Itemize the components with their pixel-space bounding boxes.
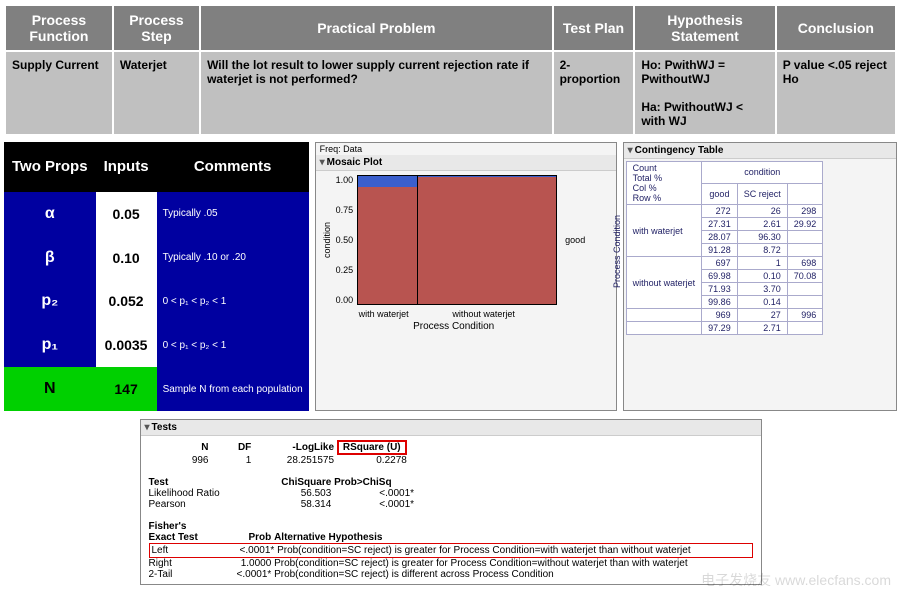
two-props-table: Two Props Inputs Comments α 0.05 Typical… xyxy=(4,142,309,411)
inputs-header: Inputs xyxy=(96,142,157,192)
contingency-table: Count Total % Col % Row % condition good… xyxy=(626,161,824,335)
col-conclusion: Conclusion xyxy=(776,5,896,51)
y-axis-ticks: 1.00 0.75 0.50 0.25 0.00 xyxy=(336,175,354,305)
disclosure-icon[interactable] xyxy=(320,157,327,168)
col-practical-problem: Practical Problem xyxy=(200,5,553,51)
process-summary-table: Process Function Process Step Practical … xyxy=(4,4,897,136)
cell-process-function: Supply Current xyxy=(5,51,113,135)
fisher-left-highlight: Left <.0001* Prob(condition=SC reject) i… xyxy=(149,543,753,558)
mosaic-chart xyxy=(357,175,557,305)
row-beta: β 0.10 Typically .10 or .20 xyxy=(4,236,309,280)
rsquare-highlight: RSquare (U) xyxy=(337,440,407,455)
chisq-tests: Test ChiSquare Prob>ChiSq Likelihood Rat… xyxy=(149,477,753,510)
contingency-title[interactable]: Contingency Table xyxy=(624,143,896,159)
cell-practical-problem: Will the lot result to lower supply curr… xyxy=(200,51,553,135)
y-axis-label: condition xyxy=(322,222,332,258)
row-alpha: α 0.05 Typically .05 xyxy=(4,192,309,236)
mosaic-legend: good xyxy=(561,175,585,305)
col-hypothesis: Hypothesis Statement xyxy=(634,5,775,51)
cell-conclusion: P value <.05 reject Ho xyxy=(776,51,896,135)
row-with-waterjet: with waterjet 27226298 xyxy=(626,205,823,218)
contingency-panel: Contingency Table Count Total % Col % Ro… xyxy=(623,142,897,411)
row-n: N 147 Sample N from each population xyxy=(4,367,309,411)
cell-process-step: Waterjet xyxy=(113,51,200,135)
comments-header: Comments xyxy=(157,142,309,192)
col-test-plan: Test Plan xyxy=(553,5,635,51)
col-process-function: Process Function xyxy=(5,5,113,51)
tests-panel: Tests N DF -LogLike RSquare (U) 996 1 28… xyxy=(140,419,762,585)
x-axis-label: Process Condition xyxy=(354,321,554,332)
two-props-title: Two Props xyxy=(4,142,96,192)
tests-summary: N DF -LogLike RSquare (U) 996 1 28.25157… xyxy=(149,440,753,466)
cell-test-plan: 2-proportion xyxy=(553,51,635,135)
row-p2: p₂ 0.052 0 < p₁ < p₂ < 1 xyxy=(4,280,309,324)
row-p1: p₁ 0.0035 0 < p₁ < p₂ < 1 xyxy=(4,323,309,367)
row-without-waterjet: without waterjet 6971698 xyxy=(626,257,823,270)
freq-label: Freq: Data xyxy=(316,143,616,155)
x-category-labels: with waterjet without waterjet xyxy=(354,309,554,319)
table-row: Supply Current Waterjet Will the lot res… xyxy=(5,51,896,135)
cell-hypothesis: Ho: PwithWJ = PwithoutWJ Ha: PwithoutWJ … xyxy=(634,51,775,135)
fisher-tests: Fisher's Exact Test Prob Alternative Hyp… xyxy=(149,521,753,580)
disclosure-icon[interactable] xyxy=(145,422,152,433)
col-process-step: Process Step xyxy=(113,5,200,51)
mosaic-title[interactable]: Mosaic Plot xyxy=(316,155,616,171)
watermark: 电子发烧友 www.elecfans.com xyxy=(701,570,891,590)
proc-cond-axis: Process Condition xyxy=(612,215,622,288)
disclosure-icon[interactable] xyxy=(628,145,635,156)
tests-title[interactable]: Tests xyxy=(141,420,761,436)
mosaic-panel: Freq: Data Mosaic Plot condition 1.00 0.… xyxy=(315,142,617,411)
row-totals: 96927996 xyxy=(626,309,823,322)
